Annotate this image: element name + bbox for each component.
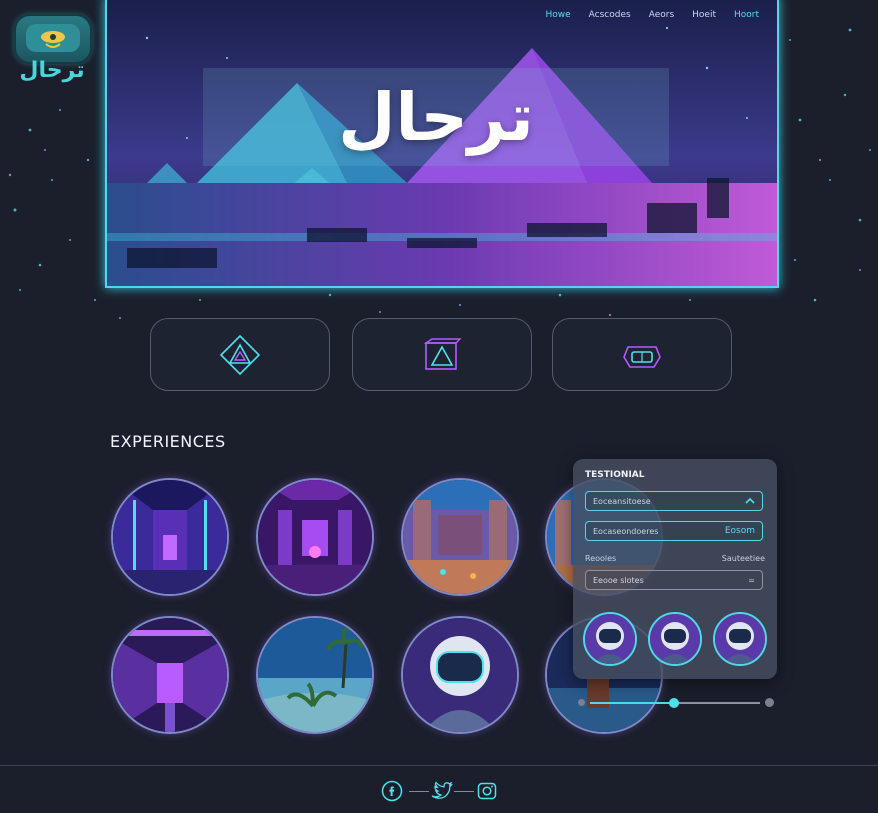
instagram-icon[interactable] (476, 780, 498, 802)
carousel-slider-thumb[interactable] (669, 698, 679, 708)
nav-link-5[interactable]: Hoort (734, 10, 759, 20)
experience-desert-oasis[interactable] (256, 616, 374, 734)
carousel-slider-fill (590, 702, 674, 704)
testimonial-title: TESTIONIAL (585, 470, 645, 480)
site-logo[interactable]: ترحال (10, 14, 94, 92)
vr-headset-icon (623, 345, 661, 368)
experiences-heading: EXPERIENCES (110, 432, 226, 451)
hero-banner: Howe Acscodes Aeors Hoeit Hoort ترحال (105, 0, 779, 288)
input-value: Eocaseondoeres (593, 526, 659, 536)
nav-link-3[interactable]: Aeors (649, 10, 674, 20)
testimonial-avatar-1[interactable] (583, 612, 637, 666)
testimonial-panel: TESTIONIAL Eoceansitoese Eocaseondoeres … (573, 459, 777, 679)
panel-label-right: Sauteetiee (721, 554, 765, 563)
testimonial-avatar-2[interactable] (648, 612, 702, 666)
slider-start-dot (578, 699, 585, 706)
testimonial-select[interactable]: Eeooe slotes = (585, 570, 763, 590)
nav-link-home[interactable]: Howe (546, 10, 571, 20)
facebook-icon[interactable] (381, 780, 403, 802)
nav-link-4[interactable]: Hoeit (692, 10, 716, 20)
social-connector (409, 791, 429, 792)
testimonial-dropdown[interactable]: Eoceansitoese (585, 491, 763, 511)
pyramid-diamond-icon (219, 334, 261, 375)
experience-neon-corridor[interactable] (111, 616, 229, 734)
pyramid-cube-icon (423, 337, 462, 370)
chevron-up-icon (745, 497, 755, 504)
social-connector (454, 791, 474, 792)
feature-card-3[interactable] (552, 318, 732, 391)
select-value: Eeooe slotes (593, 575, 644, 585)
footer-divider (0, 765, 878, 766)
twitter-icon[interactable] (429, 780, 453, 802)
experience-astronaut-portrait[interactable] (401, 616, 519, 734)
dropdown-value: Eoceansitoese (593, 496, 651, 506)
experience-purple-temple-interior[interactable] (111, 478, 229, 596)
astronaut-avatar-icon (650, 614, 700, 664)
testimonial-avatar-3[interactable] (713, 612, 767, 666)
vr-headset-logo-icon (14, 14, 92, 64)
experience-neon-throne-hall[interactable] (256, 478, 374, 596)
nav-link-2[interactable]: Acscodes (589, 10, 631, 20)
testimonial-input[interactable]: Eocaseondoeres Eosom (585, 521, 763, 541)
panel-label-left: Reooles (585, 554, 617, 563)
logo-wordmark: ترحال (19, 58, 85, 83)
menu-icon: = (748, 575, 755, 585)
feature-card-2[interactable] (352, 318, 532, 391)
experience-egyptian-temple-gate[interactable] (401, 478, 519, 596)
top-navigation: Howe Acscodes Aeors Hoeit Hoort (546, 10, 760, 20)
hero-title: ترحال (338, 78, 534, 156)
input-action-button[interactable]: Eosom (725, 526, 755, 536)
slider-end-dot (765, 698, 774, 707)
astronaut-avatar-icon (715, 614, 765, 664)
astronaut-avatar-icon (585, 614, 635, 664)
feature-card-1[interactable] (150, 318, 330, 391)
